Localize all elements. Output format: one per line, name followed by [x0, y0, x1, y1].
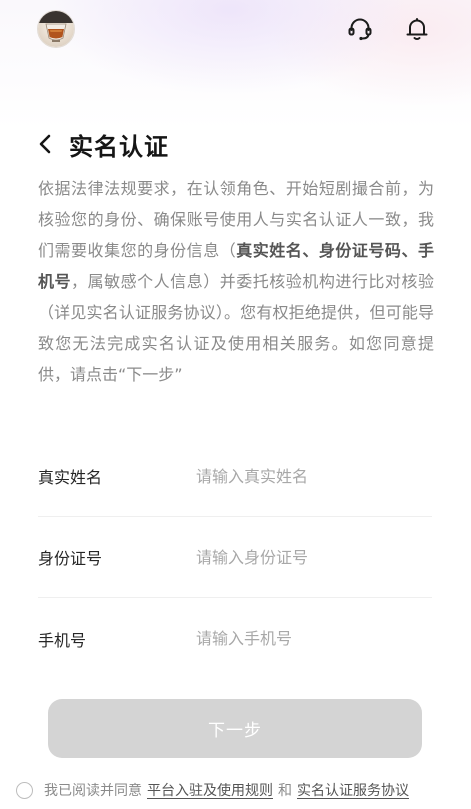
page-title: 实名认证 [69, 132, 169, 161]
verification-agreement-link[interactable]: 实名认证服务协议 [297, 780, 409, 800]
identity-form: 真实姓名 身份证号 手机号 [38, 436, 432, 679]
form-row-name: 真实姓名 [38, 436, 432, 517]
platform-rules-link[interactable]: 平台入驻及使用规则 [147, 780, 273, 800]
avatar[interactable] [37, 10, 75, 48]
name-label: 真实姓名 [38, 468, 103, 487]
next-step-button[interactable]: 下一步 [48, 699, 422, 758]
agreement-checkbox[interactable] [16, 781, 33, 799]
bell-icon [406, 18, 428, 40]
name-input[interactable] [196, 456, 432, 496]
phone-label: 手机号 [38, 630, 87, 650]
phone-input[interactable] [196, 618, 432, 659]
privacy-notice: 依据法律法规要求，在认领角色、开始短剧撮合前，为核验您的身份、确保账号使用人与实… [38, 173, 434, 390]
agreement-prefix: 我已阅读并同意 [44, 783, 142, 799]
notification-button[interactable] [402, 14, 432, 44]
notice-text-part2: ，属敏感个人信息）并委托核验机构进行比对核验（详见实名认证服务协议）。您有权拒绝… [38, 272, 434, 384]
id-number-input[interactable] [196, 537, 432, 577]
support-button[interactable] [345, 14, 375, 44]
chevron-left-icon [39, 134, 51, 154]
back-button[interactable] [37, 122, 63, 166]
avatar-drink-icon [38, 11, 74, 47]
id-number-label: 身份证号 [38, 549, 103, 568]
form-row-phone: 手机号 [38, 598, 432, 679]
headset-icon [348, 18, 372, 41]
form-row-id: 身份证号 [38, 517, 432, 598]
top-bar [0, 8, 471, 48]
page-header: 实名认证 [37, 122, 169, 166]
agreement-row: 我已阅读并同意 平台入驻及使用规则 和 实名认证服务协议 [16, 779, 466, 801]
agreement-conjunction: 和 [278, 783, 292, 799]
